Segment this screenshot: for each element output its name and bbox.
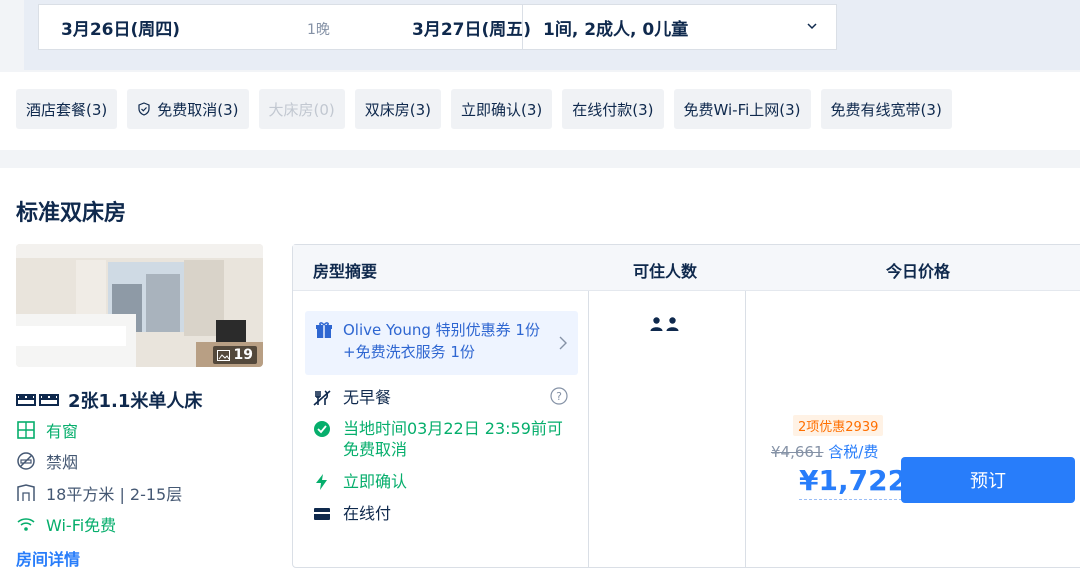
checkin-date[interactable]: 3月26日(周四) bbox=[61, 15, 180, 40]
breakfast-policy: 无早餐 bbox=[313, 387, 391, 408]
discount-badge[interactable]: 2项优惠2939 bbox=[793, 415, 884, 436]
cancel-policy: 当地时间03月22日 23:59前可免费取消 bbox=[313, 418, 563, 460]
promo-banner[interactable]: Olive Young 特别优惠券 1份+免费洗衣服务 1份 bbox=[305, 311, 578, 375]
filter-online-pay[interactable]: 在线付款(3) bbox=[562, 89, 664, 129]
room-photo[interactable]: 19 bbox=[16, 244, 263, 367]
original-price: ¥4,661 含税/费 bbox=[771, 443, 879, 461]
filter-instant-confirm[interactable]: 立即确认(3) bbox=[451, 89, 553, 129]
tax-note: 含税/费 bbox=[828, 443, 879, 461]
divider bbox=[522, 5, 523, 49]
bed-label: 2张1.1米单人床 bbox=[68, 391, 203, 412]
smoking-attr: 禁烟 bbox=[16, 449, 78, 473]
shield-check-icon bbox=[138, 102, 150, 116]
confirm-policy: 立即确认 bbox=[313, 471, 407, 492]
table-header: 房型摘要 可住人数 今日价格 bbox=[293, 245, 1080, 291]
help-icon[interactable]: ? bbox=[550, 387, 568, 405]
checkout-date[interactable]: 3月27日(周五) bbox=[412, 15, 531, 40]
room-title: 标准双床房 bbox=[16, 201, 127, 226]
column-divider bbox=[745, 291, 746, 567]
window-attr: 有窗 bbox=[16, 418, 78, 442]
no-breakfast-icon bbox=[313, 390, 331, 406]
filter-free-wifi[interactable]: 免费Wi-Fi上网(3) bbox=[673, 89, 811, 129]
filter-chips: 酒店套餐(3) 免费取消(3) 大床房(0) 双床房(3) 立即确认(3) 在线… bbox=[16, 89, 952, 129]
size-attr: 18平方米 | 2-15层 bbox=[16, 481, 182, 505]
image-icon bbox=[216, 349, 230, 361]
check-circle-icon bbox=[314, 421, 330, 437]
bed-info: 2张1.1米单人床 bbox=[16, 387, 202, 413]
gift-icon bbox=[316, 322, 332, 338]
twin-bed-icon bbox=[16, 394, 59, 406]
floor-area-icon bbox=[17, 484, 35, 501]
chevron-down-icon[interactable] bbox=[805, 19, 819, 33]
room-details-link[interactable]: 房间详情 bbox=[16, 546, 80, 570]
lightning-icon bbox=[316, 474, 327, 490]
photo-count: 19 bbox=[212, 346, 257, 364]
header-occupancy: 可住人数 bbox=[633, 262, 698, 281]
filter-king-bed: 大床房(0) bbox=[258, 89, 345, 129]
book-button[interactable]: 预订 bbox=[901, 457, 1075, 503]
header-summary: 房型摘要 bbox=[313, 262, 378, 281]
guests-selector[interactable]: 1间, 2成人, 0儿童 bbox=[543, 15, 688, 40]
column-divider bbox=[588, 291, 589, 567]
no-smoking-icon bbox=[17, 452, 35, 470]
occupancy-icons bbox=[650, 317, 679, 331]
wifi-icon bbox=[17, 518, 35, 531]
nights-count: 1晚 bbox=[307, 22, 330, 38]
chevron-right-icon bbox=[559, 336, 567, 350]
svg-text:?: ? bbox=[556, 390, 562, 403]
header-price: 今日价格 bbox=[886, 262, 951, 281]
room-card: 标准双床房 19 2张1.1米单人床 有窗 禁烟 18平方米 | 2-15层 W… bbox=[0, 168, 1080, 573]
filter-twin-bed[interactable]: 双床房(3) bbox=[354, 89, 441, 129]
wifi-attr: Wi-Fi免费 bbox=[16, 512, 116, 536]
credit-card-icon bbox=[314, 508, 330, 520]
payment-policy: 在线付 bbox=[313, 503, 391, 524]
person-icon bbox=[650, 317, 663, 331]
filter-free-broadband[interactable]: 免费有线宽带(3) bbox=[820, 89, 952, 129]
person-icon bbox=[666, 317, 679, 331]
final-price[interactable]: ¥1,722 bbox=[799, 463, 908, 500]
filter-package[interactable]: 酒店套餐(3) bbox=[16, 89, 118, 129]
window-icon bbox=[17, 421, 35, 439]
search-bar[interactable]: 3月26日(周四) 1晚 3月27日(周五) 1间, 2成人, 0儿童 bbox=[38, 4, 837, 50]
rate-table: 房型摘要 可住人数 今日价格 Olive Young 特别优惠券 1份+免费洗衣… bbox=[292, 244, 1080, 568]
filter-free-cancel[interactable]: 免费取消(3) bbox=[127, 89, 249, 129]
